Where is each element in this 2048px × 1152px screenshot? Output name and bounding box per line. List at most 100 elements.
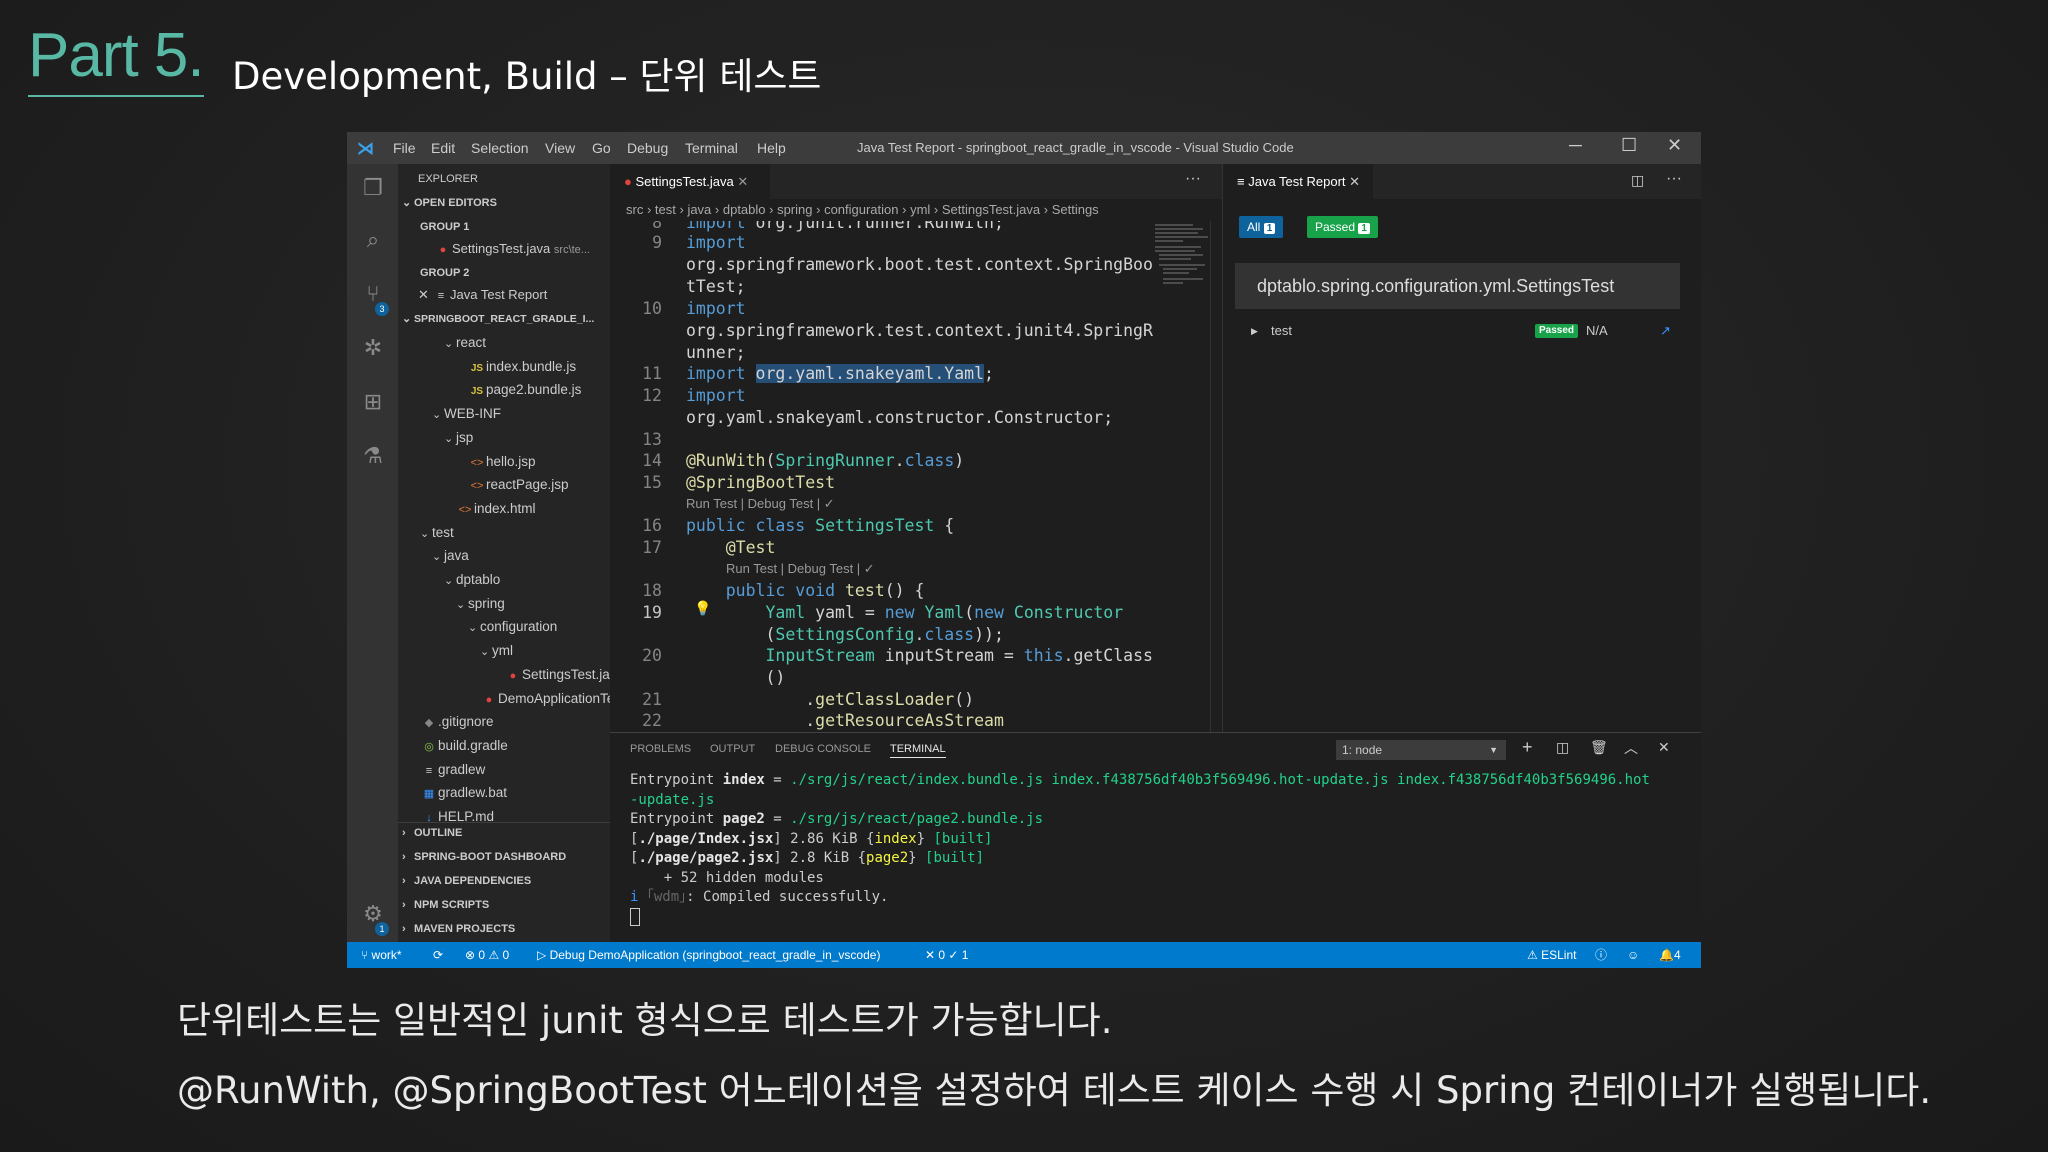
test-class-header[interactable]: dptablo.spring.configuration.yml.Setting… [1235, 263, 1680, 309]
close-panel-icon[interactable]: ✕ [1658, 739, 1670, 756]
tree-item[interactable]: ◆ .gitignore [398, 711, 610, 733]
filter-passed-button[interactable]: Passed 1 [1307, 216, 1378, 238]
tree-item[interactable]: ⌄ yml [398, 640, 610, 662]
more-actions-icon[interactable]: ··· [1666, 170, 1682, 188]
breadcrumb-item[interactable]: SettingsTest.java [942, 202, 1040, 217]
menu-file[interactable]: File [393, 140, 416, 156]
menu-edit[interactable]: Edit [431, 140, 455, 156]
tab-settingstest[interactable]: ● SettingsTest.java ✕ [610, 164, 770, 199]
tree-item-label: gradlew.bat [438, 785, 508, 801]
tree-item[interactable]: <> index.html [398, 498, 610, 520]
menu-debug[interactable]: Debug [627, 140, 668, 156]
close-icon[interactable]: ✕ [1667, 135, 1682, 156]
sync-icon[interactable]: ⟳ [433, 942, 443, 968]
tree-item[interactable]: ● SettingsTest.java [398, 664, 610, 686]
tab-output[interactable]: OUTPUT [710, 743, 755, 755]
tab-debug-console[interactable]: DEBUG CONSOLE [775, 743, 871, 755]
extensions-icon[interactable]: ⊞ [359, 388, 387, 416]
menu-go[interactable]: Go [592, 140, 611, 156]
info-icon[interactable]: ⓘ [1595, 942, 1607, 968]
breadcrumb-item[interactable]: src [626, 202, 643, 217]
close-tab-icon[interactable]: ✕ [1349, 174, 1360, 189]
tree-item[interactable]: <> hello.jsp [398, 451, 610, 473]
breadcrumb-item[interactable]: configuration [824, 202, 898, 217]
chevron-down-icon: ⌄ [444, 432, 454, 445]
feedback-smiley-icon[interactable]: ☺ [1627, 942, 1639, 968]
breadcrumb-item[interactable]: dptablo [723, 202, 766, 217]
close-editor-icon[interactable]: ✕ [418, 284, 432, 306]
test-icon[interactable]: ⚗ [359, 442, 387, 470]
project-section[interactable]: ⌄ SPRINGBOOT_REACT_GRADLE_I... [398, 308, 610, 330]
menu-view[interactable]: View [545, 140, 575, 156]
close-tab-icon[interactable]: ✕ [737, 174, 748, 189]
notifications-status[interactable]: 🔔4 [1659, 942, 1681, 968]
menu-terminal[interactable]: Terminal [685, 140, 738, 156]
external-link-icon[interactable]: ↗ [1660, 318, 1671, 344]
maven-projects-section[interactable]: › MAVEN PROJECTS [398, 918, 610, 940]
menu-selection[interactable]: Selection [471, 140, 529, 156]
caret-right-icon[interactable]: ▶ [1251, 318, 1258, 344]
breadcrumb-item[interactable]: java [687, 202, 711, 217]
tree-item[interactable]: ≡ gradlew [398, 759, 610, 781]
split-editor-icon[interactable]: ◫ [1631, 172, 1644, 189]
tree-item-label: DemoApplicationTe... [498, 690, 610, 706]
test-result-row[interactable]: ▶ test Passed N/A ↗ [1235, 318, 1680, 344]
terminal-output[interactable]: Entrypoint index = ./srg/js/react/index.… [630, 771, 1690, 927]
breadcrumb-separator: › [1040, 202, 1052, 217]
tree-item[interactable]: ▦ gradlew.bat [398, 782, 610, 804]
tree-item[interactable]: <> reactPage.jsp [398, 474, 610, 496]
breadcrumb-item[interactable]: yml [910, 202, 930, 217]
test-status[interactable]: ✕ 0 ✓ 1 [925, 942, 968, 968]
maximize-panel-icon[interactable]: ︿ [1624, 738, 1638, 758]
debug-status[interactable]: ▷ Debug DemoApplication (springboot_reac… [537, 942, 880, 968]
code-lens[interactable]: Run Test | Debug Test | ✓ [686, 496, 835, 512]
tree-item[interactable]: ⌄ test [398, 522, 610, 544]
split-terminal-icon[interactable]: ◫ [1556, 739, 1569, 756]
debug-icon[interactable]: ✲ [359, 334, 387, 362]
tree-item[interactable]: ⌄ configuration [398, 616, 610, 638]
minimap[interactable] [1153, 221, 1213, 291]
tree-item[interactable]: ● DemoApplicationTe... [398, 688, 610, 710]
settings-badge: 1 [375, 922, 389, 936]
outline-section[interactable]: › OUTLINE [398, 822, 610, 844]
code-lens[interactable]: Run Test | Debug Test | ✓ [726, 561, 875, 577]
tree-item[interactable]: JS page2.bundle.js [398, 379, 610, 401]
problems-status[interactable]: ⊗ 0 ⚠ 0 [465, 942, 509, 968]
open-editor-test-report[interactable]: ✕ ≡ Java Test Report [398, 284, 610, 306]
branch-status[interactable]: ⑂ work* [361, 942, 402, 968]
minimize-icon[interactable]: ─ [1569, 135, 1582, 156]
explorer-icon[interactable]: ❐ [359, 174, 387, 202]
open-editors-section[interactable]: ⌄ OPEN EDITORS [398, 192, 610, 214]
menu-help[interactable]: Help [757, 140, 786, 156]
java-dependencies-section[interactable]: › JAVA DEPENDENCIES [398, 870, 610, 892]
open-editor-settingstest[interactable]: ● SettingsTest.java src\te... [398, 238, 610, 260]
tree-item[interactable]: ◎ build.gradle [398, 735, 610, 757]
npm-scripts-section[interactable]: › NPM SCRIPTS [398, 894, 610, 916]
code-area[interactable]: 8 import org.junit.runner.RunWith; 9 impor… [610, 221, 1222, 732]
tree-item[interactable]: ⌄ java [398, 545, 610, 567]
spring-boot-dashboard-section[interactable]: › SPRING-BOOT DASHBOARD [398, 846, 610, 868]
html-file-icon: <> [470, 456, 484, 469]
tree-item[interactable]: ⌄ WEB-INF [398, 403, 610, 425]
terminal-select[interactable]: 1: node ▼ [1336, 740, 1506, 760]
tab-java-test-report[interactable]: ≡ Java Test Report ✕ [1223, 164, 1373, 199]
eslint-status[interactable]: ⚠ ESLint [1527, 942, 1576, 968]
trash-icon[interactable]: 🗑 [1590, 739, 1608, 756]
tree-item[interactable]: JS index.bundle.js [398, 356, 610, 378]
search-icon[interactable]: ⌕ [359, 226, 387, 254]
add-terminal-icon[interactable]: + [1522, 737, 1533, 758]
filter-all-button[interactable]: All 1 [1239, 216, 1284, 238]
breadcrumb-item[interactable]: Settings [1052, 202, 1099, 217]
breadcrumb-item[interactable]: spring [777, 202, 812, 217]
maximize-icon[interactable]: ☐ [1621, 135, 1637, 156]
tree-item[interactable]: ⌄ react [398, 332, 610, 354]
editor-scrollbar[interactable] [1210, 221, 1222, 732]
tree-item[interactable]: ⌄ jsp [398, 427, 610, 449]
tab-terminal[interactable]: TERMINAL [890, 743, 946, 758]
tree-item[interactable]: ⌄ dptablo [398, 569, 610, 591]
tree-item[interactable]: ⌄ spring [398, 593, 610, 615]
tab-problems[interactable]: PROBLEMS [630, 743, 691, 755]
git-icon: ◆ [424, 717, 434, 730]
more-actions-icon[interactable]: ··· [1185, 170, 1201, 188]
breadcrumb-item[interactable]: test [655, 202, 676, 217]
